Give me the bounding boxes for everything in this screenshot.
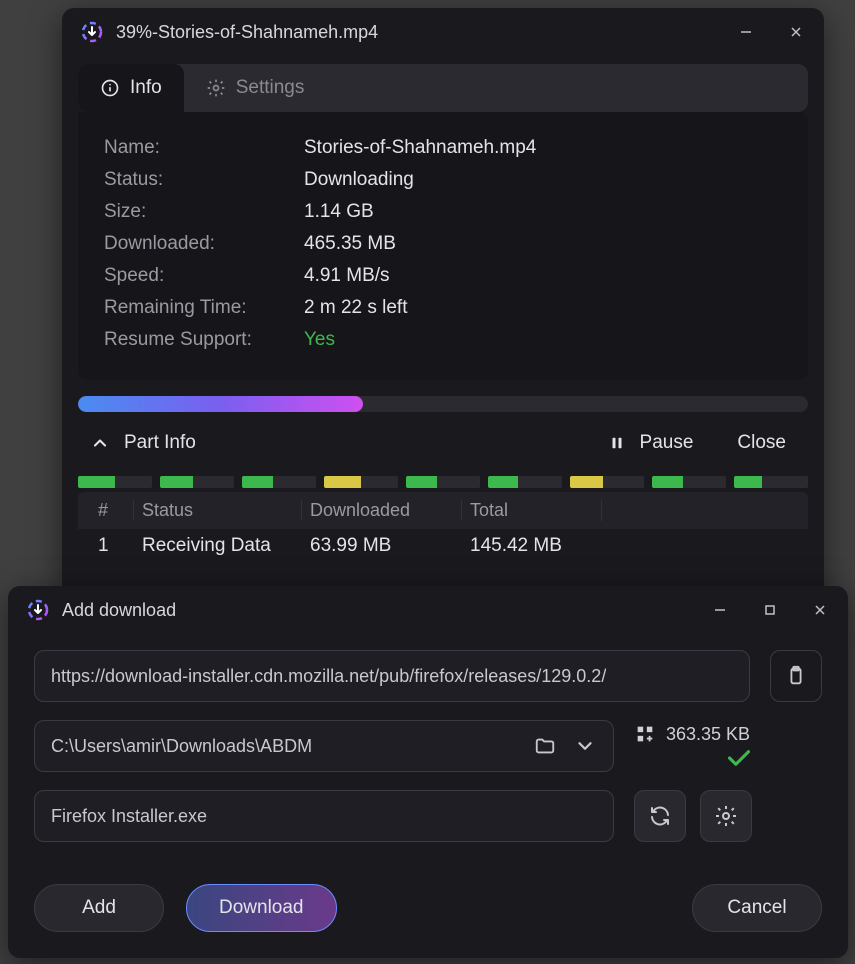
th-total: Total — [462, 500, 602, 521]
window-title: Add download — [62, 600, 710, 621]
close-button[interactable] — [810, 600, 830, 620]
speed-value: 4.91 MB/s — [304, 265, 390, 287]
th-downloaded: Downloaded — [302, 500, 462, 521]
chevron-down-icon — [574, 735, 596, 757]
size-value: 1.14 GB — [304, 201, 374, 223]
path-input[interactable]: C:\Users\amir\Downloads\ABDM — [34, 720, 614, 772]
pause-label: Pause — [640, 432, 694, 454]
segment — [652, 476, 726, 488]
th-blank — [602, 500, 796, 521]
gear-icon — [714, 804, 738, 828]
th-status: Status — [134, 500, 302, 521]
info-icon — [100, 78, 120, 98]
minimize-button[interactable] — [710, 600, 730, 620]
download-progress-window: 39%-Stories-of-Shahnameh.mp4 Info Settin… — [62, 8, 824, 620]
check-icon — [728, 747, 750, 769]
progress-fill — [78, 396, 363, 412]
resume-value: Yes — [304, 329, 335, 351]
settings-button[interactable] — [700, 790, 752, 842]
segments-bar — [78, 476, 808, 488]
table-header: # Status Downloaded Total — [78, 492, 808, 529]
titlebar[interactable]: 39%-Stories-of-Shahnameh.mp4 — [62, 8, 824, 56]
segment — [406, 476, 480, 488]
cancel-label: Cancel — [727, 897, 786, 919]
filename-value: Firefox Installer.exe — [51, 806, 207, 827]
resume-label: Resume Support: — [104, 329, 304, 351]
table-row[interactable]: 1 Receiving Data 63.99 MB 145.42 MB — [78, 529, 808, 563]
refresh-icon — [648, 804, 672, 828]
maximize-button[interactable] — [760, 600, 780, 620]
paste-button[interactable] — [770, 650, 822, 702]
filename-input[interactable]: Firefox Installer.exe — [34, 790, 614, 842]
pause-icon — [608, 434, 626, 452]
grid-icon — [634, 723, 656, 745]
segment — [78, 476, 152, 488]
td-total: 145.42 MB — [462, 535, 602, 557]
pause-button[interactable]: Pause — [598, 432, 704, 454]
file-size-value: 363.35 KB — [666, 724, 750, 745]
url-input[interactable]: https://download-installer.cdn.mozilla.n… — [34, 650, 750, 702]
cancel-button[interactable]: Cancel — [692, 884, 822, 932]
app-icon — [80, 20, 104, 44]
downloaded-label: Downloaded: — [104, 233, 304, 255]
app-icon — [26, 598, 50, 622]
name-label: Name: — [104, 137, 304, 159]
status-label: Status: — [104, 169, 304, 191]
chevron-up-icon — [90, 433, 110, 453]
file-size-indicator: 363.35 KB — [634, 723, 750, 769]
name-value: Stories-of-Shahnameh.mp4 — [304, 137, 536, 159]
folder-icon — [534, 735, 556, 757]
minimize-button[interactable] — [736, 22, 756, 42]
tab-settings-label: Settings — [236, 77, 305, 99]
part-info-label: Part Info — [124, 432, 196, 454]
path-dropdown-button[interactable] — [565, 726, 605, 766]
clipboard-icon — [785, 665, 807, 687]
segment — [488, 476, 562, 488]
remaining-value: 2 m 22 s left — [304, 297, 408, 319]
part-info-toggle[interactable]: Part Info — [90, 432, 598, 454]
progress-bar — [78, 396, 808, 412]
gear-icon — [206, 78, 226, 98]
close-label: Close — [737, 432, 786, 454]
download-label: Download — [219, 897, 304, 919]
browse-folder-button[interactable] — [525, 726, 565, 766]
status-value: Downloading — [304, 169, 414, 191]
downloaded-value: 465.35 MB — [304, 233, 396, 255]
tab-info-label: Info — [130, 77, 162, 99]
remaining-label: Remaining Time: — [104, 297, 304, 319]
segment — [324, 476, 398, 488]
td-status: Receiving Data — [134, 535, 302, 557]
speed-label: Speed: — [104, 265, 304, 287]
path-value: C:\Users\amir\Downloads\ABDM — [51, 736, 525, 757]
parts-table: # Status Downloaded Total 1 Receiving Da… — [78, 492, 808, 563]
url-value: https://download-installer.cdn.mozilla.n… — [51, 666, 606, 687]
th-number: # — [90, 500, 134, 521]
segment — [160, 476, 234, 488]
close-action-button[interactable]: Close — [727, 432, 796, 454]
segment — [734, 476, 808, 488]
info-panel: Name:Stories-of-Shahnameh.mp4 Status:Dow… — [78, 112, 808, 380]
size-label: Size: — [104, 201, 304, 223]
segment — [242, 476, 316, 488]
titlebar[interactable]: Add download — [8, 586, 848, 634]
add-download-window: Add download https://download-installer.… — [8, 586, 848, 958]
tab-info[interactable]: Info — [78, 64, 184, 112]
segment — [570, 476, 644, 488]
window-title: 39%-Stories-of-Shahnameh.mp4 — [116, 22, 736, 43]
add-button[interactable]: Add — [34, 884, 164, 932]
download-button[interactable]: Download — [186, 884, 337, 932]
td-downloaded: 63.99 MB — [302, 535, 462, 557]
refresh-button[interactable] — [634, 790, 686, 842]
close-button[interactable] — [786, 22, 806, 42]
td-number: 1 — [90, 535, 134, 557]
tab-settings[interactable]: Settings — [184, 64, 327, 112]
tabs: Info Settings — [78, 64, 808, 112]
add-label: Add — [82, 897, 116, 919]
